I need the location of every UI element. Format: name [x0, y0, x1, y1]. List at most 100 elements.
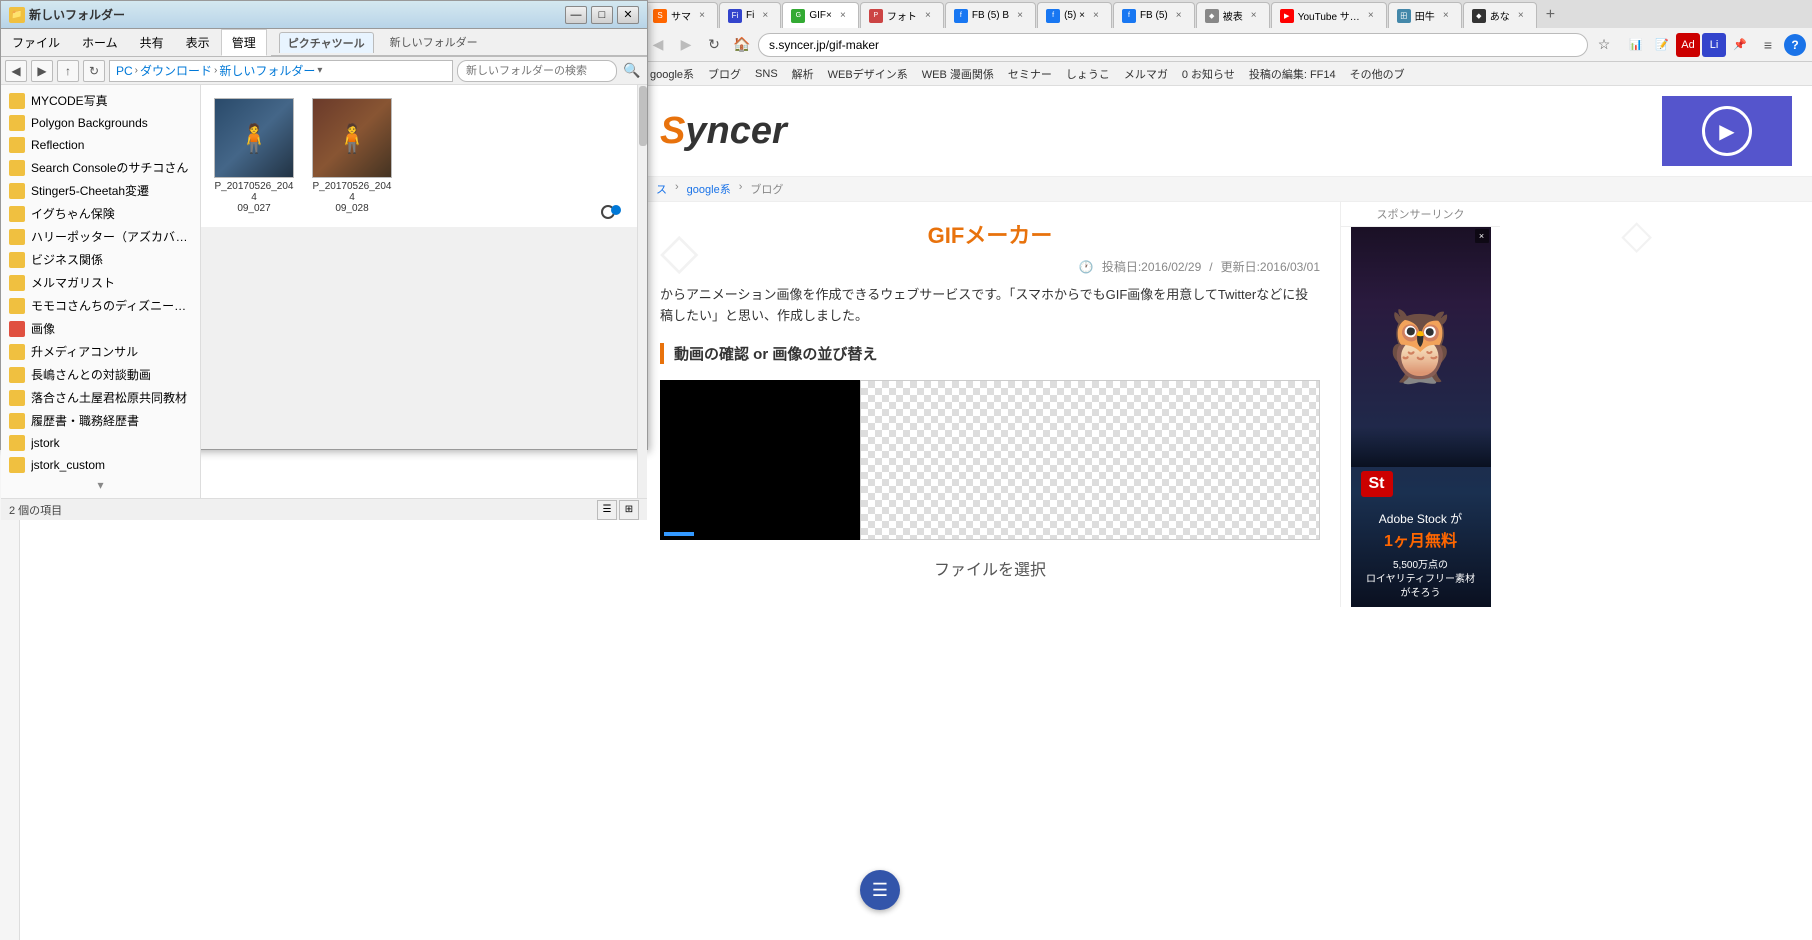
- forward-button[interactable]: ▶: [31, 60, 53, 82]
- breadcrumb[interactable]: PC › ダウンロード › 新しいフォルダー ▾: [109, 60, 453, 82]
- sidebar-item-searchconsole[interactable]: Search Consoleのサチコさん: [1, 156, 200, 179]
- tab-ana[interactable]: ◆ あな ×: [1463, 2, 1537, 28]
- sidebar-item-images[interactable]: 画像: [1, 317, 200, 340]
- new-folder-ribbon-btn[interactable]: 新しいフォルダー: [390, 34, 478, 50]
- ad-brand: Adobe Stock が: [1351, 510, 1491, 527]
- tab-close-fi[interactable]: ×: [758, 9, 772, 23]
- tab-close-ana[interactable]: ×: [1514, 9, 1528, 23]
- refresh-button[interactable]: ↻: [83, 60, 105, 82]
- ad-banner[interactable]: 🦉 St Adobe Stock が 1ヶ月無料 5,500万点の ロイヤリティ…: [1351, 227, 1491, 607]
- list-view-button[interactable]: ☰: [597, 500, 617, 520]
- sidebar-item-jstork[interactable]: jstork: [1, 432, 200, 454]
- extension-icon-5[interactable]: 📌: [1728, 33, 1752, 57]
- breadcrumb-link[interactable]: ス: [656, 181, 667, 197]
- tab-youtube[interactable]: ▶ YouTube サ… ×: [1271, 2, 1387, 28]
- breadcrumb-folder[interactable]: 新しいフォルダー: [219, 62, 315, 79]
- extension-icon-2[interactable]: 📝: [1650, 33, 1674, 57]
- extension-icon-3[interactable]: Ad: [1676, 33, 1700, 57]
- new-tab-button[interactable]: +: [1542, 6, 1559, 24]
- sidebar-item-mycode[interactable]: MYCODE写真: [1, 89, 200, 112]
- ad-close-button[interactable]: ×: [1475, 229, 1489, 243]
- sidebar-item-resume[interactable]: 履歴書・職務経歴書: [1, 409, 200, 432]
- back-button[interactable]: ◀: [5, 60, 27, 82]
- bookmark-blog[interactable]: ブログ: [704, 64, 745, 84]
- play-button-icon[interactable]: ▶: [1702, 106, 1752, 156]
- tab-close-sama[interactable]: ×: [695, 9, 709, 23]
- tab-close-fb2[interactable]: ×: [1089, 9, 1103, 23]
- sidebar-item-nagashima[interactable]: 長嶋さんとの対談動画: [1, 363, 200, 386]
- tab-close-gif[interactable]: ×: [836, 9, 850, 23]
- bookmark-shoko[interactable]: しょうこ: [1062, 64, 1114, 84]
- breadcrumb-downloads[interactable]: ダウンロード: [140, 62, 212, 79]
- tab-close-photo[interactable]: ×: [921, 9, 935, 23]
- tab-close-hihyo[interactable]: ×: [1247, 9, 1261, 23]
- floating-menu-button[interactable]: ☰: [860, 870, 900, 910]
- tab-close-fb3[interactable]: ×: [1172, 9, 1186, 23]
- breadcrumb-link2[interactable]: google系: [687, 181, 731, 197]
- sidebar-item-jstork-custom[interactable]: jstork_custom: [1, 454, 200, 476]
- sidebar-item-momoko[interactable]: モモコさんちのディズニー（親子でデ: [1, 294, 200, 317]
- vertical-scrollbar[interactable]: [637, 85, 647, 498]
- bookmark-notice[interactable]: 0 お知らせ: [1178, 64, 1239, 84]
- tab-manage[interactable]: 管理: [221, 29, 267, 56]
- sidebar-item-iguchan[interactable]: イグちゃん保険: [1, 202, 200, 225]
- forward-browser-button[interactable]: ▶: [674, 33, 698, 57]
- extension-icon-1[interactable]: 📊: [1624, 33, 1648, 57]
- tab-view[interactable]: 表示: [175, 29, 221, 56]
- sidebar-item-polygon[interactable]: Polygon Backgrounds: [1, 112, 200, 134]
- sidebar-item-business[interactable]: ビジネス関係: [1, 248, 200, 271]
- grid-view-button[interactable]: ⊞: [619, 500, 639, 520]
- bookmark-mailmag[interactable]: メルマガ: [1120, 64, 1172, 84]
- tab-share[interactable]: 共有: [129, 29, 175, 56]
- scroll-thumb[interactable]: [639, 86, 647, 146]
- sidebar-item-mailmag[interactable]: メルマガリスト: [1, 271, 200, 294]
- tab-file[interactable]: ファイル: [1, 29, 71, 56]
- list-item[interactable]: 🧍 P_20170526_204409_027: [209, 93, 299, 219]
- bookmark-ff14[interactable]: 投稿の編集: FF14: [1245, 64, 1340, 84]
- sidebar-item-media[interactable]: 升メディアコンサル: [1, 340, 200, 363]
- bookmark-google[interactable]: google系: [646, 64, 698, 84]
- bookmark-other[interactable]: その他のブ: [1346, 64, 1409, 84]
- bookmark-sns[interactable]: SNS: [751, 66, 782, 82]
- bookmark-webdesign[interactable]: WEBデザイン系: [824, 64, 912, 84]
- maximize-button[interactable]: □: [591, 6, 613, 24]
- tab-tagushi[interactable]: 田 田牛 ×: [1388, 2, 1462, 28]
- bookmark-seminar[interactable]: セミナー: [1004, 64, 1056, 84]
- tab-home[interactable]: ホーム: [71, 29, 129, 56]
- tab-close-youtube[interactable]: ×: [1364, 9, 1378, 23]
- minimize-button[interactable]: —: [565, 6, 587, 24]
- tab-fb3[interactable]: f FB (5) ×: [1113, 2, 1195, 28]
- bookmark-manga[interactable]: WEB 漫画関係: [918, 64, 998, 84]
- tab-gif[interactable]: G GIF× ×: [782, 2, 859, 28]
- tab-fi[interactable]: Fi Fi ×: [719, 2, 781, 28]
- tab-close-fb1[interactable]: ×: [1013, 9, 1027, 23]
- home-browser-button[interactable]: 🏠: [730, 33, 754, 57]
- close-button[interactable]: ✕: [617, 6, 639, 24]
- tab-hihyo[interactable]: ◆ 被表 ×: [1196, 2, 1270, 28]
- tab-photo[interactable]: P フォト ×: [860, 2, 944, 28]
- sidebar-item-stinger5[interactable]: Stinger5-Cheetah変遷: [1, 179, 200, 202]
- extension-icon-4[interactable]: Li: [1702, 33, 1726, 57]
- tab-fb1[interactable]: f FB (5) B ×: [945, 2, 1036, 28]
- refresh-browser-button[interactable]: ↻: [702, 33, 726, 57]
- search-icon[interactable]: 🔍: [621, 60, 643, 82]
- upload-drop-zone[interactable]: [860, 380, 1320, 540]
- bookmark-analysis[interactable]: 解析: [788, 64, 818, 84]
- address-bar-input[interactable]: [758, 33, 1588, 57]
- up-button[interactable]: ↑: [57, 60, 79, 82]
- search-input[interactable]: [457, 60, 617, 82]
- folder-icon: [9, 229, 25, 245]
- back-browser-button[interactable]: ◀: [646, 33, 670, 57]
- tab-fb2[interactable]: f (5) × ×: [1037, 2, 1112, 28]
- help-button[interactable]: ?: [1784, 34, 1806, 56]
- menu-button[interactable]: ≡: [1756, 33, 1780, 57]
- tab-sama[interactable]: S サマ ×: [644, 2, 718, 28]
- star-button[interactable]: ☆: [1592, 33, 1616, 57]
- sidebar-item-harry[interactable]: ハリーポッター（アズカバン）: [1, 225, 200, 248]
- sidebar-item-reflection[interactable]: Reflection: [1, 134, 200, 156]
- sidebar-item-ochiai[interactable]: 落合さん土屋君松原共同教材: [1, 386, 200, 409]
- list-item[interactable]: 🧍 P_20170526_204409_028: [307, 93, 397, 219]
- folder-icon: [9, 252, 25, 268]
- breadcrumb-pc[interactable]: PC: [116, 64, 133, 78]
- tab-close-tagushi[interactable]: ×: [1439, 9, 1453, 23]
